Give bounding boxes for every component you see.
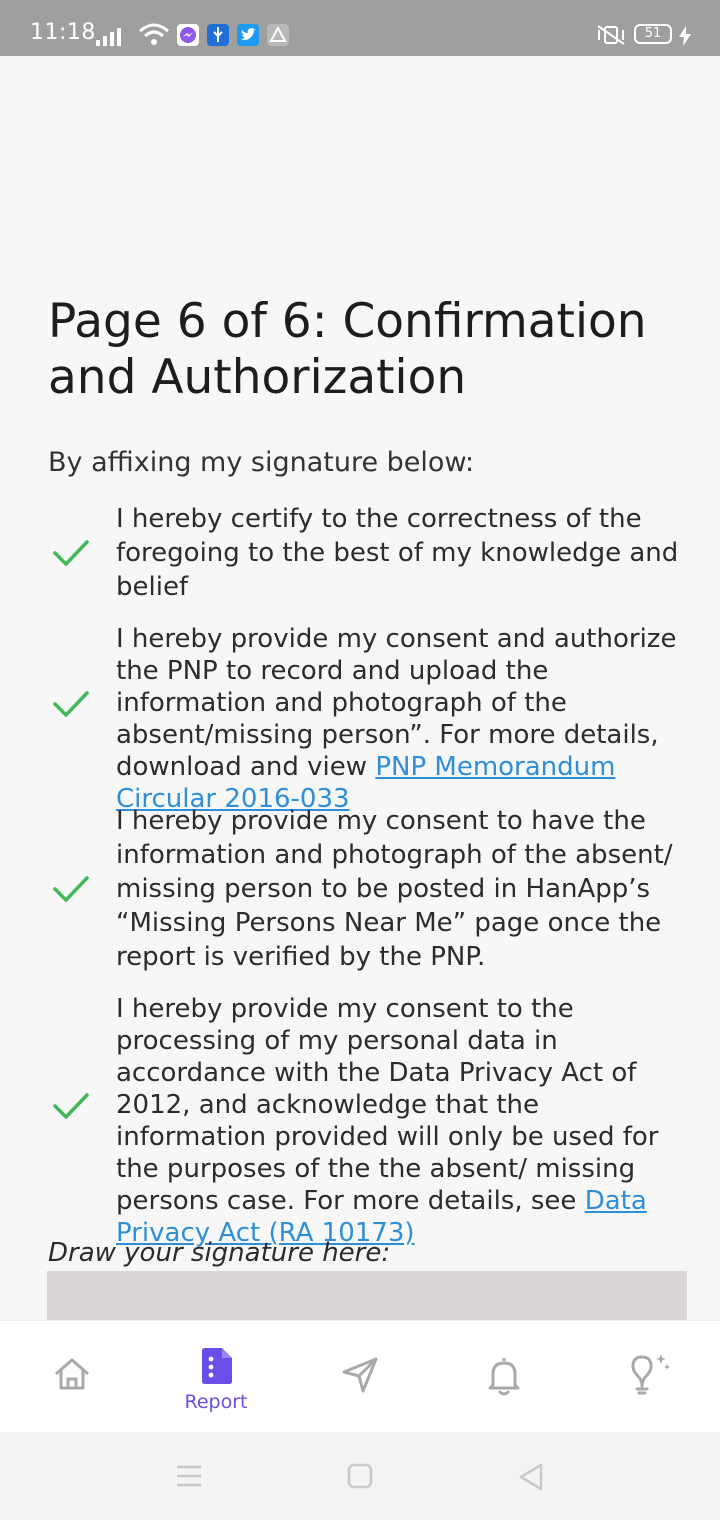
home-icon [53,1356,91,1397]
nav-item-home[interactable] [22,1321,122,1433]
wifi-icon [138,22,170,53]
status-bar: 11:18 51 [0,0,720,56]
report-icon [198,1347,234,1390]
status-time: 11:18 [30,20,96,45]
intro-text: By affixing my signature below: [48,447,475,478]
charging-icon [678,26,692,51]
signature-pad[interactable] [47,1271,687,1323]
signature-label: Draw your signature here: [48,1238,391,1268]
consent-item-data-privacy: I hereby provide my consent to the proce… [48,993,692,1248]
system-nav-bar [0,1432,720,1520]
check-icon [52,1091,90,1121]
nav-item-send[interactable] [310,1321,410,1433]
menu-icon[interactable] [175,1464,203,1493]
check-icon [52,538,90,568]
consent-item-certify: I hereby certify to the correctness of t… [48,502,692,604]
messenger-icon [177,24,199,46]
check-icon [52,689,90,719]
signal-icon [96,26,130,51]
page-title: Page 6 of 6: Confirmation and Authorizat… [48,294,647,405]
nav-label-report: Report [184,1391,248,1413]
consent-text: I hereby certify to the correctness of t… [116,504,679,602]
bottom-nav: Report [0,1320,720,1432]
check-icon [52,874,90,904]
nav-item-notifications[interactable] [454,1321,554,1433]
back-icon[interactable] [517,1462,545,1497]
send-icon [340,1355,380,1400]
consent-item-pnp-authorization: I hereby provide my consent and authoriz… [48,623,692,814]
nav-item-tips[interactable] [596,1321,696,1433]
consent-item-posting: I hereby provide my consent to have the … [48,804,692,976]
bell-icon [485,1355,523,1402]
nav-item-report[interactable]: Report [165,1321,267,1433]
vibrate-icon [594,24,628,51]
consent-text: I hereby provide my consent to the proce… [116,994,659,1248]
consent-text: I hereby provide my consent and authoriz… [116,624,677,814]
twitter-icon [237,24,259,46]
usb-icon [207,24,229,46]
battery-icon: 51 [634,24,672,44]
home-square-icon[interactable] [347,1463,373,1494]
consent-text: I hereby provide my consent to have the … [116,806,673,972]
lightbulb-icon [624,1351,672,1402]
app-icon [267,24,289,46]
